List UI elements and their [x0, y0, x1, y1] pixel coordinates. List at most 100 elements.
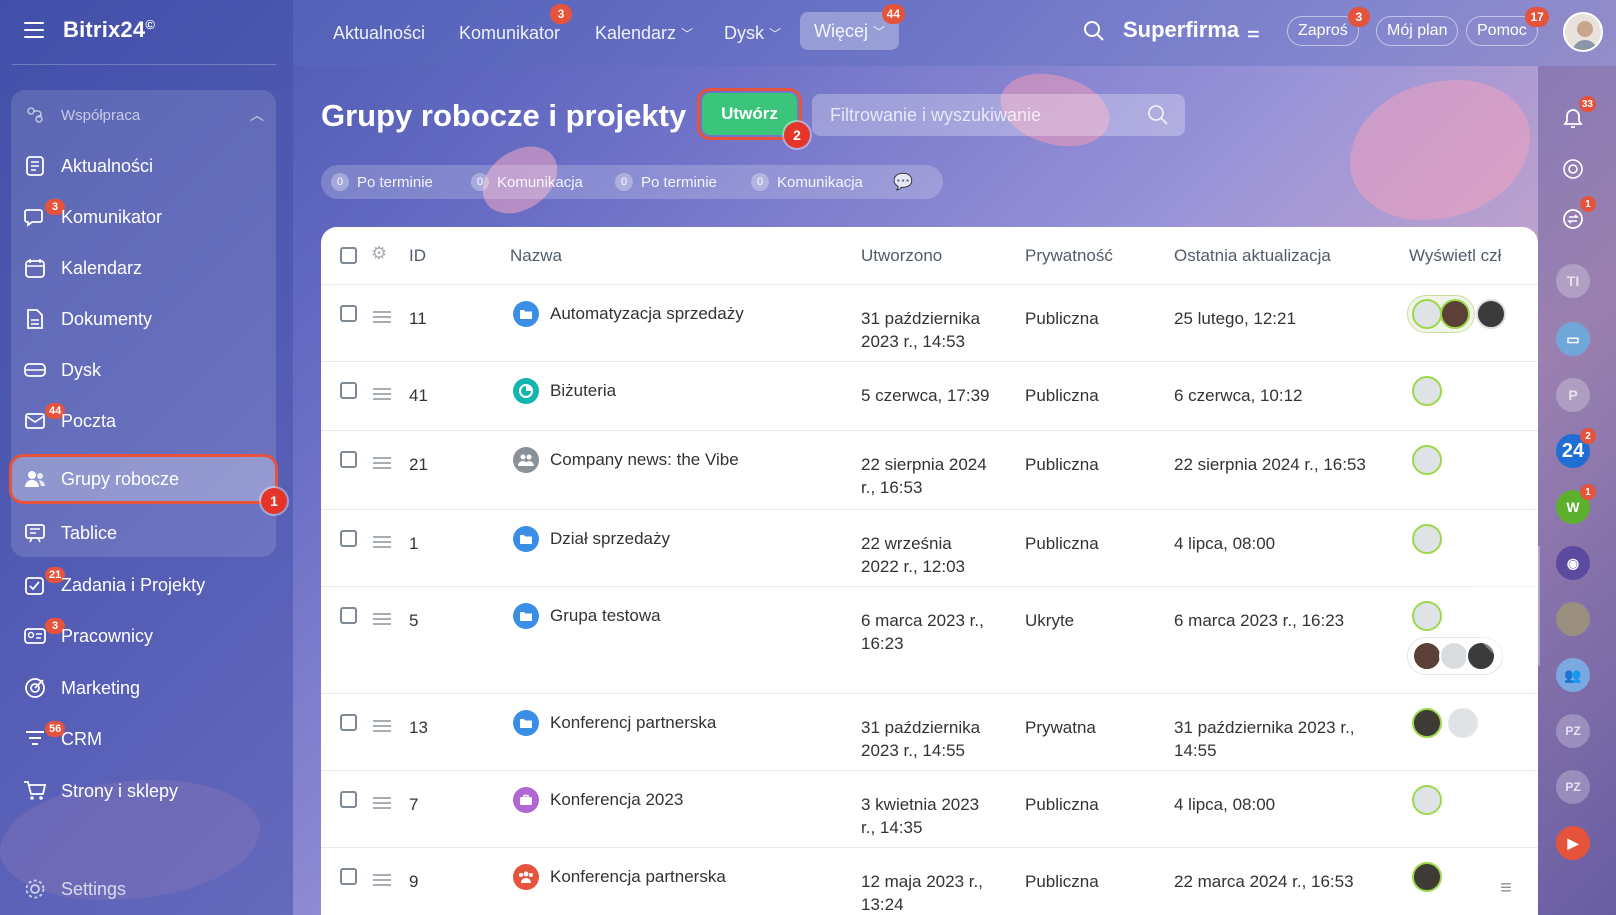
bell-icon[interactable]: 33 — [1556, 96, 1596, 136]
row-checkbox[interactable] — [340, 714, 357, 731]
search-input[interactable]: Filtrowanie i wyszukiwanie — [812, 94, 1185, 136]
group-name-link[interactable]: Konferencja partnerska — [550, 867, 726, 887]
group-chat-icon[interactable]: 👥 — [1556, 658, 1590, 692]
my-plan-button[interactable]: Mój plan — [1376, 16, 1459, 46]
bitrix24-app[interactable]: 24 2 — [1556, 428, 1596, 468]
row-checkbox[interactable] — [340, 791, 357, 808]
avatar[interactable] — [1440, 299, 1470, 329]
drag-handle-icon[interactable] — [373, 797, 391, 812]
invite-button[interactable]: Zaproś 3 — [1287, 7, 1370, 46]
drag-handle-icon[interactable] — [373, 613, 391, 628]
row-checkbox[interactable] — [340, 382, 357, 399]
sidebar-item-messenger[interactable]: 3 Komunikator — [11, 194, 276, 240]
group-name-link[interactable]: Konferencj partnerska — [550, 713, 716, 733]
contact-avatar-p[interactable]: P — [1556, 378, 1590, 412]
avatar[interactable] — [1448, 708, 1478, 738]
sidebar-settings[interactable]: Settings — [11, 866, 276, 912]
company-name[interactable]: Superfirma ⚌ — [1123, 17, 1260, 43]
sidebar-item-workgroups[interactable]: Grupy robocze — [9, 454, 278, 504]
table-row[interactable]: 7 Konferencja 2023 3 kwietnia 2023 r., 14… — [321, 771, 1538, 848]
group-name-link[interactable]: Dział sprzedaży — [550, 529, 670, 549]
sidebar-item-tasks[interactable]: 21 Zadania i Projekty — [11, 562, 276, 608]
avatar[interactable] — [1412, 708, 1442, 738]
group-name-link[interactable]: Company news: the Vibe — [550, 450, 739, 470]
avatar[interactable] — [1439, 641, 1469, 671]
sidebar-item-news[interactable]: Aktualności — [11, 143, 276, 189]
column-id[interactable]: ID — [409, 246, 426, 266]
topnav-calendar[interactable]: Kalendarz ﹀ — [595, 18, 693, 48]
drag-handle-icon[interactable] — [373, 720, 391, 735]
openlines-icon[interactable]: ◉ — [1556, 546, 1590, 580]
avatar[interactable] — [1412, 524, 1442, 554]
contact-avatar-w[interactable]: W1 — [1556, 484, 1596, 524]
create-button[interactable]: Utwórz — [697, 88, 802, 140]
row-checkbox[interactable] — [340, 451, 357, 468]
group-name-link[interactable]: Grupa testowa — [550, 606, 661, 626]
search-icon[interactable] — [1083, 20, 1105, 47]
sidebar-item-boards[interactable]: Tablice — [11, 510, 276, 556]
counter-communication[interactable]: 0 Komunikacja — [471, 165, 583, 199]
table-row[interactable]: 9 Konferencja partnerska 12 maja 2023 r.… — [321, 848, 1538, 915]
column-updated[interactable]: Ostatnia aktualizacja — [1174, 246, 1331, 266]
table-row[interactable]: 5 Grupa testowa 6 marca 2023 r., 16:23 Uk… — [321, 587, 1538, 694]
table-row[interactable]: 13 Konferencj partnerska 31 października… — [321, 694, 1538, 771]
column-created[interactable]: Utworzono — [861, 246, 942, 266]
sidebar-item-mail[interactable]: 44 Poczta — [11, 398, 276, 444]
row-checkbox[interactable] — [340, 607, 357, 624]
group-name-link[interactable]: Konferencja 2023 — [550, 790, 683, 810]
table-row[interactable]: 41 Biżuteria 5 czerwca, 17:39 Publiczna … — [321, 362, 1538, 431]
topnav-messenger[interactable]: Komunikator 3 — [459, 4, 573, 48]
drag-handle-icon[interactable] — [373, 388, 391, 403]
select-all-checkbox[interactable] — [340, 247, 357, 264]
contact-avatar-photo[interactable] — [1556, 602, 1590, 636]
search-icon[interactable] — [1147, 104, 1169, 131]
sidebar-group-header[interactable]: Współpraca ︿ — [11, 92, 276, 138]
contact-avatar-pz[interactable]: PZ — [1556, 770, 1590, 804]
row-checkbox[interactable] — [340, 305, 357, 322]
topnav-more[interactable]: Więcej ﹀ 44 — [800, 4, 906, 50]
focus-icon[interactable] — [1556, 152, 1590, 186]
drag-handle-icon[interactable] — [373, 457, 391, 472]
chat-sync-icon[interactable]: 1 — [1556, 196, 1596, 236]
sidebar-item-employees[interactable]: 3 Pracownicy — [11, 613, 276, 659]
row-checkbox[interactable] — [340, 868, 357, 885]
avatar[interactable] — [1412, 299, 1442, 329]
sidebar-item-disk[interactable]: Dysk — [11, 347, 276, 393]
avatar[interactable] — [1412, 862, 1442, 892]
avatar[interactable] — [1412, 376, 1442, 406]
table-row[interactable]: 21 Company news: the Vibe 22 sierpnia 20… — [321, 431, 1538, 510]
contact-avatar-ti[interactable]: TI — [1556, 264, 1590, 298]
column-privacy[interactable]: Prywatność — [1025, 246, 1113, 266]
list-settings-icon[interactable]: ≡ — [1484, 866, 1528, 910]
avatar[interactable] — [1412, 785, 1442, 815]
avatar[interactable] — [1476, 299, 1506, 329]
sidebar-item-sites[interactable]: Strony i sklepy — [11, 768, 276, 814]
gear-icon[interactable]: ⚙ — [371, 243, 387, 264]
drag-handle-icon[interactable] — [373, 311, 391, 326]
table-row[interactable]: 1 Dział sprzedaży 22 września 2022 r., 12… — [321, 510, 1538, 587]
row-checkbox[interactable] — [340, 530, 357, 547]
avatar[interactable] — [1412, 641, 1442, 671]
sidebar-item-marketing[interactable]: Marketing — [11, 665, 276, 711]
chevron-up-icon[interactable]: ︿ — [250, 105, 264, 125]
drag-handle-icon[interactable] — [373, 874, 391, 889]
sidebar-item-calendar[interactable]: Kalendarz — [11, 245, 276, 291]
avatar[interactable] — [1563, 12, 1603, 52]
drag-handle-icon[interactable] — [373, 536, 391, 551]
column-name[interactable]: Nazwa — [510, 246, 562, 266]
table-row[interactable]: 11 Automatyzacja sprzedaży 31 październi… — [321, 285, 1538, 362]
counter-communication[interactable]: 0 Komunikacja — [751, 165, 863, 199]
chat-check-icon[interactable]: 💬 — [893, 172, 913, 192]
avatar[interactable] — [1412, 445, 1442, 475]
brand-logo[interactable]: Bitrix24© — [63, 17, 155, 43]
sidebar-item-crm[interactable]: 56 CRM — [11, 716, 276, 762]
counter-overdue[interactable]: 0 Po terminie — [615, 165, 717, 199]
topnav-news[interactable]: Aktualności — [333, 18, 425, 48]
video-call-icon[interactable]: ▶ — [1556, 826, 1590, 860]
topnav-disk[interactable]: Dysk ﹀ — [724, 18, 781, 48]
avatar[interactable] — [1412, 601, 1442, 631]
menu-icon[interactable] — [24, 22, 44, 38]
group-name-link[interactable]: Automatyzacja sprzedaży — [550, 304, 744, 324]
contact-avatar-pz[interactable]: PZ — [1556, 714, 1590, 748]
group-name-link[interactable]: Biżuteria — [550, 381, 616, 401]
